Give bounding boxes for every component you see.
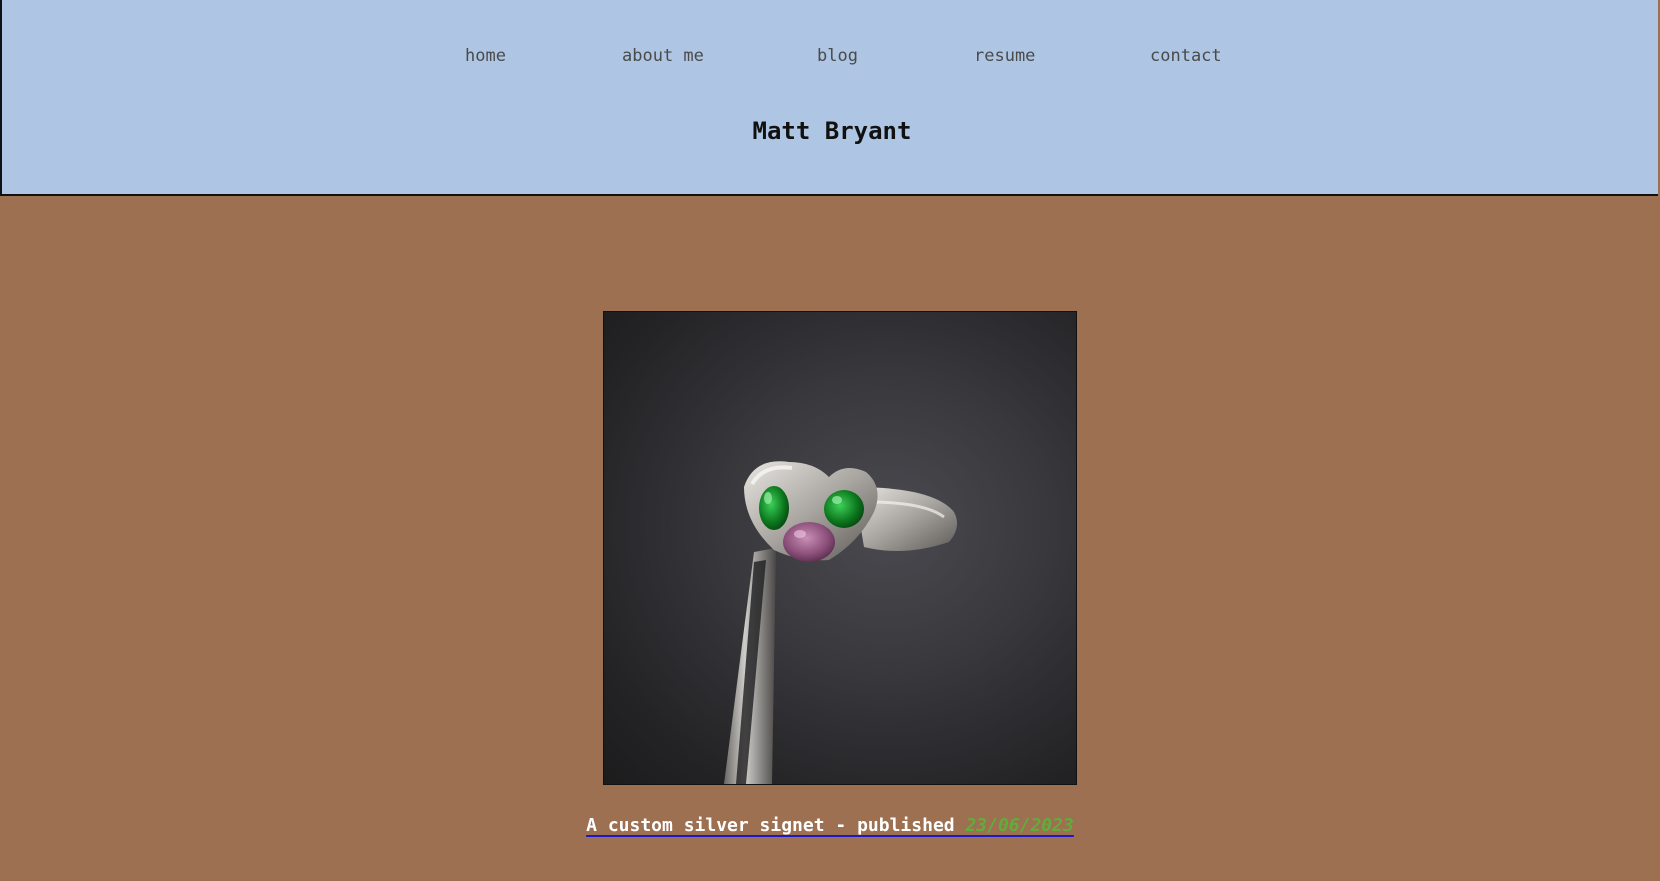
post-image[interactable] bbox=[603, 311, 1077, 785]
nav-link-contact[interactable]: contact bbox=[1150, 46, 1222, 66]
nav-link-resume[interactable]: resume bbox=[974, 46, 1035, 66]
post-link[interactable]: A custom silver signet - published 23/06… bbox=[586, 815, 1074, 836]
nav-link-home[interactable]: home bbox=[465, 46, 506, 66]
site-header: home about me blog resume contact Matt B… bbox=[0, 0, 1658, 196]
nav-link-about-me[interactable]: about me bbox=[622, 46, 704, 66]
post-date: 23/06/2023 bbox=[965, 815, 1074, 836]
nav-link-blog[interactable]: blog bbox=[817, 46, 858, 66]
post-caption-text: A custom silver signet - published bbox=[586, 815, 966, 836]
site-title: Matt Bryant bbox=[752, 117, 912, 145]
ring-photo bbox=[724, 461, 958, 784]
post-caption: A custom silver signet - published 23/06… bbox=[0, 815, 1660, 836]
